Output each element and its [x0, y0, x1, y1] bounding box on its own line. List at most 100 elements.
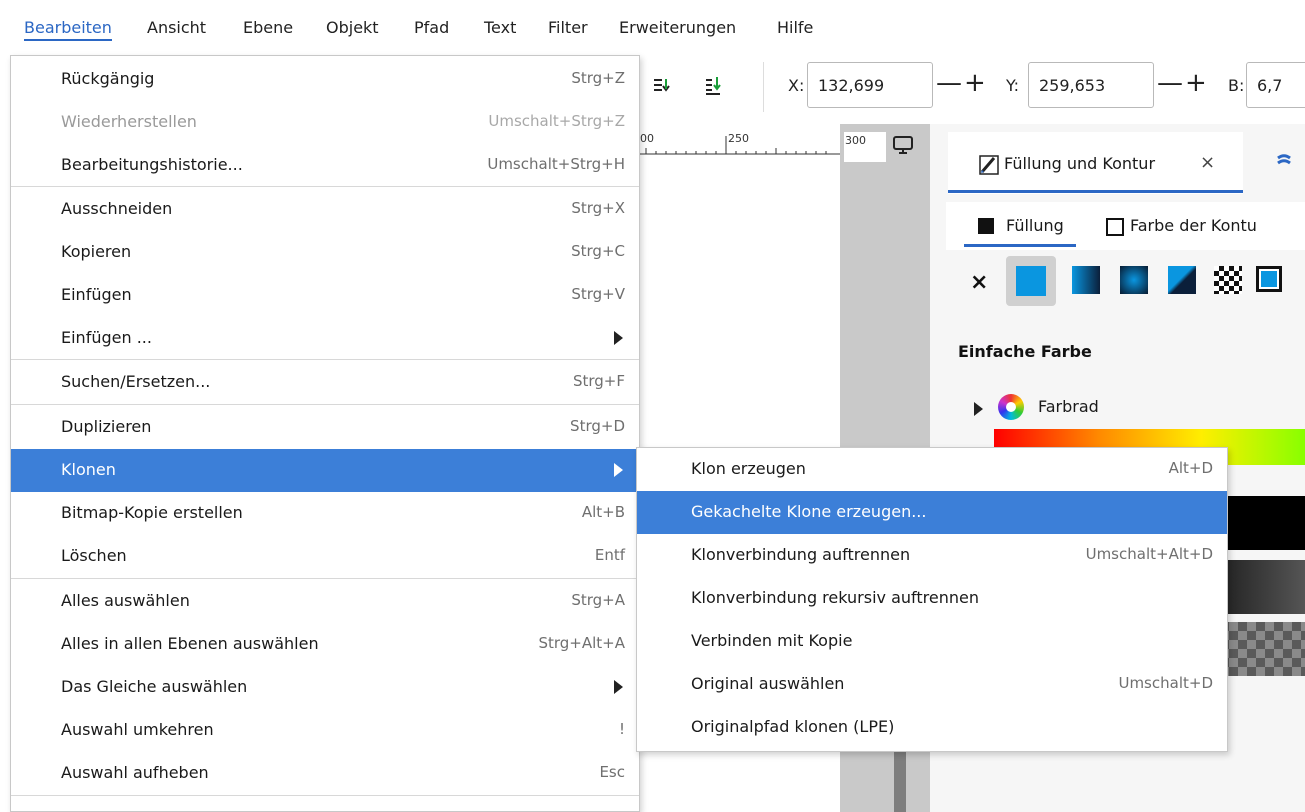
flat-color-button[interactable]	[1006, 256, 1056, 306]
menu-item-label: Alles auswählen	[61, 591, 190, 610]
menu-item-find-replace[interactable]: Suchen/Ersetzen... Strg+F	[11, 361, 639, 404]
clone-submenu: Klon erzeugen Alt+D Gekachelte Klone erz…	[636, 447, 1228, 752]
menu-item-label: Wiederherstellen	[61, 112, 197, 131]
submenu-item-relink-copy[interactable]: Verbinden mit Kopie	[637, 620, 1227, 663]
pattern-icon[interactable]	[1214, 266, 1242, 294]
menu-item-select-all-layers[interactable]: Alles in allen Ebenen auswählen Strg+Alt…	[11, 623, 639, 666]
y-increment-button[interactable]: +	[1185, 66, 1207, 100]
mesh-gradient-icon[interactable]	[1168, 266, 1196, 294]
lightness-slider[interactable]	[1220, 560, 1305, 614]
submenu-item-tiled-clones[interactable]: Gekachelte Klone erzeugen...	[637, 491, 1227, 534]
menu-item-select-all[interactable]: Alles auswählen Strg+A	[11, 580, 639, 623]
submenu-item-unlink-clone[interactable]: Klonverbindung auftrennen Umschalt+Alt+D	[637, 534, 1227, 577]
menu-item-shortcut: Strg+X	[571, 199, 625, 217]
close-tab-icon[interactable]: ×	[1200, 152, 1215, 173]
tab-stroke-paint[interactable]: Farbe der Kontu	[1130, 216, 1257, 235]
raise-icon[interactable]	[704, 74, 726, 100]
menu-item-redo[interactable]: Wiederherstellen Umschalt+Strg+Z	[11, 101, 639, 144]
y-decrement-button[interactable]: —	[1157, 66, 1183, 100]
submenu-item-label: Klonverbindung rekursiv auftrennen	[691, 588, 979, 607]
x-input[interactable]: 132,699	[807, 62, 933, 108]
submenu-item-shortcut: Alt+D	[1168, 459, 1213, 477]
expand-arrow-icon[interactable]	[974, 402, 983, 416]
submenu-item-unlink-recursive[interactable]: Klonverbindung rekursiv auftrennen	[637, 577, 1227, 620]
menu-ebene[interactable]: Ebene	[243, 18, 293, 37]
radial-gradient-icon[interactable]	[1120, 266, 1148, 294]
menu-item-shortcut: !	[618, 720, 625, 738]
menu-item-shortcut: Esc	[599, 763, 625, 781]
x-increment-button[interactable]: +	[964, 66, 986, 100]
menu-text[interactable]: Text	[484, 18, 516, 37]
fill-swatch-icon	[978, 218, 994, 234]
submenu-arrow-icon	[614, 463, 623, 477]
swatches-icon[interactable]	[1272, 152, 1292, 176]
tab-fill-stroke[interactable]: Füllung und Kontur ×	[948, 132, 1243, 194]
menu-item-shortcut: Strg+C	[571, 242, 625, 260]
b-input[interactable]: 6,7	[1246, 62, 1305, 108]
submenu-item-label: Original auswählen	[691, 674, 845, 693]
menubar: Bearbeiten Ansicht Ebene Objekt Pfad Tex…	[0, 0, 1305, 52]
menu-item-shortcut: Strg+Alt+A	[538, 634, 625, 652]
menu-item-bitmap-copy[interactable]: Bitmap-Kopie erstellen Alt+B	[11, 492, 639, 535]
submenu-item-clone-original-path[interactable]: Originalpfad klonen (LPE)	[637, 706, 1227, 749]
menu-item-shortcut: Strg+Z	[571, 69, 625, 87]
tab-fill[interactable]: Füllung	[1006, 216, 1064, 235]
submenu-item-create-clone[interactable]: Klon erzeugen Alt+D	[637, 448, 1227, 491]
menu-item-label: Einfügen ...	[61, 328, 152, 347]
menu-item-label: Löschen	[61, 546, 127, 565]
menu-item-copy[interactable]: Kopieren Strg+C	[11, 231, 639, 274]
menu-separator	[11, 795, 639, 796]
menu-bearbeiten[interactable]: Bearbeiten	[24, 18, 112, 41]
menu-item-cut[interactable]: Ausschneiden Strg+X	[11, 188, 639, 231]
stroke-swatch-icon	[1106, 218, 1124, 236]
alpha-slider[interactable]	[1220, 622, 1305, 676]
linear-gradient-icon[interactable]	[1072, 266, 1100, 294]
menu-item-delete[interactable]: Löschen Entf	[11, 535, 639, 578]
menu-hilfe[interactable]: Hilfe	[777, 18, 813, 37]
tab-fill-stroke-label: Füllung und Kontur	[1004, 154, 1156, 173]
y-input[interactable]: 259,653	[1028, 62, 1154, 108]
menu-item-label: Ausschneiden	[61, 199, 173, 218]
vertical-scrollbar[interactable]	[894, 750, 906, 812]
menu-separator	[11, 359, 639, 360]
menu-item-label: Bitmap-Kopie erstellen	[61, 503, 243, 522]
menu-item-shortcut: Alt+B	[581, 503, 625, 521]
submenu-item-label: Originalpfad klonen (LPE)	[691, 717, 895, 736]
menu-item-invert-selection[interactable]: Auswahl umkehren !	[11, 709, 639, 752]
no-paint-icon[interactable]: ×	[970, 270, 988, 295]
submenu-item-select-original[interactable]: Original auswählen Umschalt+D	[637, 663, 1227, 706]
menu-item-label: Alles in allen Ebenen auswählen	[61, 634, 319, 653]
menu-item-undo[interactable]: Rückgängig Strg+Z	[11, 58, 639, 101]
menu-pfad[interactable]: Pfad	[414, 18, 449, 37]
toolbar-divider	[763, 62, 764, 112]
menu-item-label: Suchen/Ersetzen...	[61, 372, 211, 391]
menu-item-select-same[interactable]: Das Gleiche auswählen	[11, 666, 639, 709]
display-mode-icon[interactable]	[892, 134, 914, 160]
menu-item-paste-submenu[interactable]: Einfügen ...	[11, 317, 639, 360]
menu-objekt[interactable]: Objekt	[326, 18, 379, 37]
menu-item-label: Auswahl aufheben	[61, 763, 209, 782]
submenu-item-label: Klon erzeugen	[691, 459, 806, 478]
menu-item-paste[interactable]: Einfügen Strg+V	[11, 274, 639, 317]
align-bottom-icon[interactable]	[652, 74, 674, 100]
menu-item-history[interactable]: Bearbeitungshistorie... Umschalt+Strg+H	[11, 144, 639, 187]
menu-ansicht[interactable]: Ansicht	[147, 18, 206, 37]
y-label: Y:	[1006, 76, 1020, 95]
menu-item-duplicate[interactable]: Duplizieren Strg+D	[11, 406, 639, 449]
swatch-icon[interactable]	[1256, 266, 1282, 292]
saturation-slider[interactable]	[1220, 496, 1305, 550]
menu-item-deselect[interactable]: Auswahl aufheben Esc	[11, 752, 639, 795]
menu-filter[interactable]: Filter	[548, 18, 588, 37]
fill-stroke-subtabs: Füllung Farbe der Kontu	[946, 202, 1305, 250]
menu-item-label: Einfügen	[61, 285, 132, 304]
ruler-tick-label: 250	[728, 132, 749, 145]
menu-item-shortcut: Strg+A	[571, 591, 625, 609]
menu-separator	[11, 578, 639, 579]
menu-item-label: Auswahl umkehren	[61, 720, 214, 739]
fill-stroke-icon	[978, 154, 1000, 180]
x-decrement-button[interactable]: —	[936, 66, 962, 100]
menu-item-clone[interactable]: Klonen	[11, 449, 639, 492]
color-wheel-label[interactable]: Farbrad	[1038, 397, 1099, 416]
color-wheel-center	[1006, 402, 1016, 412]
menu-erweiterungen[interactable]: Erweiterungen	[619, 18, 736, 37]
